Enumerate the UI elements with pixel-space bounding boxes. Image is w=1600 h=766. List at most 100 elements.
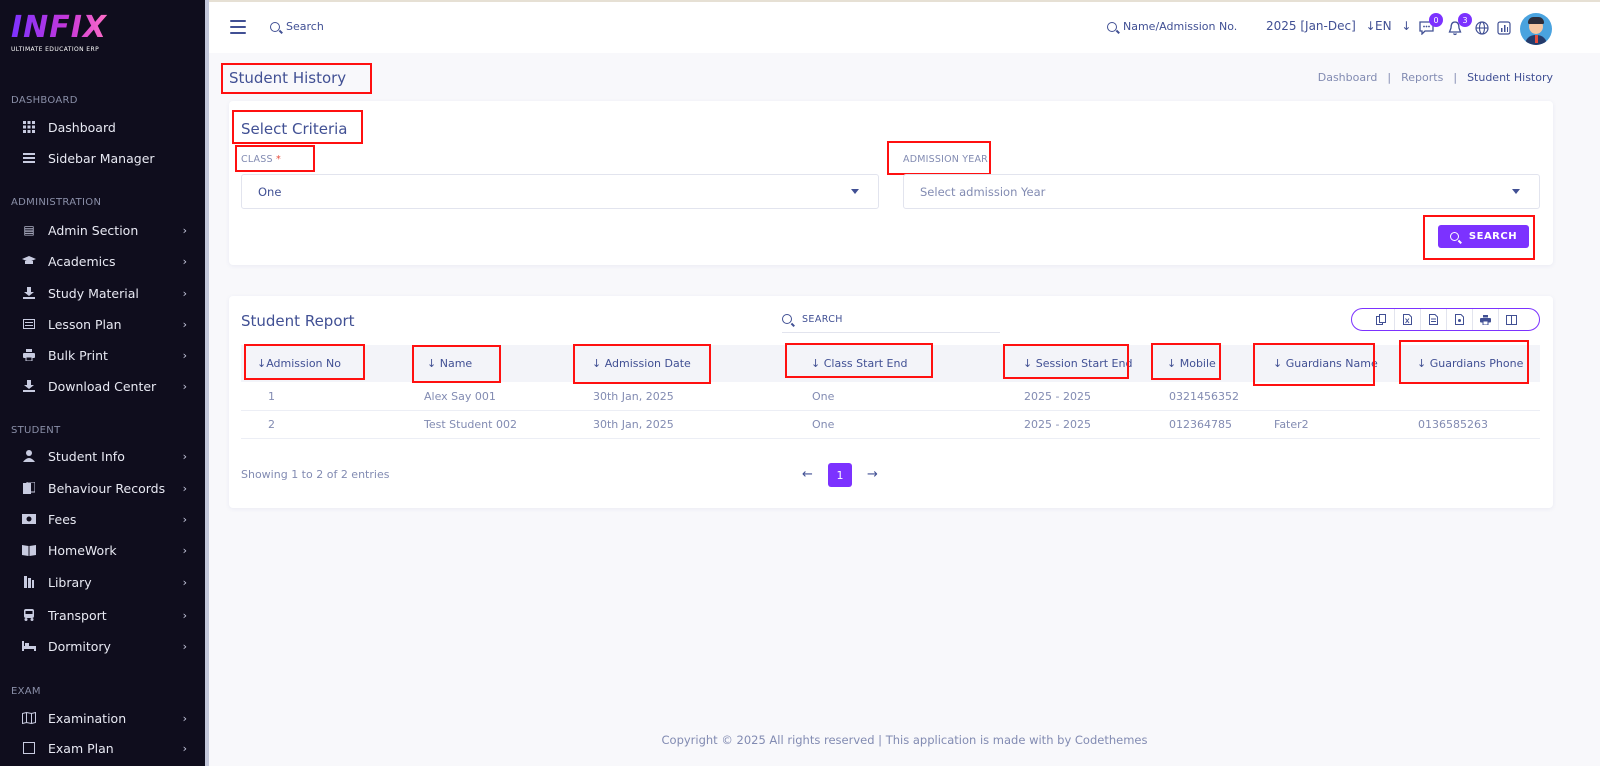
sidebar-item-academics[interactable]: Academics › — [0, 247, 205, 275]
pagination-info: Showing 1 to 2 of 2 entries — [241, 468, 390, 481]
class-label-text: CLASS — [241, 154, 273, 165]
required-marker: * — [275, 154, 281, 165]
academic-year-value: 2025 [Jan-Dec] — [1266, 19, 1356, 33]
report-icon[interactable] — [1495, 19, 1513, 37]
sidebar-item-admin-section[interactable]: ▤ Admin Section › — [0, 216, 205, 244]
chevron-right-icon: › — [182, 543, 187, 557]
sidebar-item-sidebar-manager[interactable]: Sidebar Manager — [0, 144, 205, 172]
arrow-right-icon[interactable]: → — [867, 467, 878, 482]
column-header-admission-date[interactable]: ↓ Admission Date — [592, 357, 691, 370]
sidebar-item-dormitory[interactable]: Dormitory › — [0, 632, 205, 660]
search-icon — [782, 314, 792, 324]
library-icon — [22, 575, 36, 589]
bell-icon[interactable]: 3 — [1446, 13, 1472, 37]
criteria-title: Select Criteria — [241, 120, 348, 138]
menu-search[interactable]: Search — [270, 20, 324, 33]
column-header-class-start-end[interactable]: ↓ Class Start End — [811, 357, 907, 370]
csv-icon[interactable] — [1420, 309, 1446, 330]
sidebar-item-label: Examination — [48, 710, 127, 726]
sidebar-item-fees[interactable]: Fees › — [0, 505, 205, 533]
sidebar-item-lesson-plan[interactable]: Lesson Plan › — [0, 310, 205, 338]
class-select[interactable]: One — [241, 174, 879, 209]
sidebar-item-library[interactable]: Library › — [0, 568, 205, 596]
search-icon — [270, 21, 280, 32]
sidebar-item-label: Dashboard — [48, 119, 116, 135]
caret-down-icon — [851, 189, 859, 194]
sort-arrow-icon: ↓ — [1273, 357, 1286, 370]
user-avatar[interactable] — [1520, 13, 1552, 45]
grid-icon — [22, 120, 36, 134]
arrow-down-icon: ↓ — [1401, 19, 1412, 33]
sidebar-item-label: Behaviour Records — [48, 480, 166, 496]
language-select[interactable]: EN ↓ — [1375, 19, 1411, 33]
sidebar-item-student-info[interactable]: Student Info › — [0, 442, 205, 470]
page-button-1[interactable]: 1 — [828, 463, 852, 487]
menu-toggle-icon[interactable] — [230, 20, 246, 34]
sidebar-item-label: Sidebar Manager — [48, 150, 155, 166]
column-header-name[interactable]: ↓ Name — [427, 357, 472, 370]
column-label: Mobile — [1179, 357, 1216, 370]
arrow-left-icon[interactable]: ← — [802, 467, 813, 482]
page-title: Student History — [229, 69, 347, 87]
copy-icon[interactable] — [1368, 309, 1394, 330]
sidebar-item-behaviour-records[interactable]: Behaviour Records › — [0, 474, 205, 502]
search-icon — [1449, 232, 1459, 241]
table-search-input[interactable]: SEARCH — [782, 306, 1000, 333]
sidebar-item-transport[interactable]: Transport › — [0, 601, 205, 629]
plan-icon — [22, 741, 36, 755]
chevron-right-icon: › — [182, 449, 187, 463]
academic-year-select[interactable]: 2025 [Jan-Dec] ↓ — [1266, 19, 1376, 33]
pdf-icon[interactable] — [1446, 309, 1472, 330]
breadcrumb: Dashboard | Reports | Student History — [1318, 71, 1553, 84]
sidebar-item-label: Dormitory — [48, 638, 111, 654]
cell-admission-date: 30th Jan, 2025 — [593, 418, 674, 431]
column-label: Guardians Phone — [1429, 357, 1524, 370]
chevron-right-icon: › — [182, 348, 187, 362]
sidebar-item-homework[interactable]: HomeWork › — [0, 536, 205, 564]
sidebar-item-label: Lesson Plan — [48, 316, 122, 332]
sidebar-item-bulk-print[interactable]: Bulk Print › — [0, 341, 205, 369]
breadcrumb-reports[interactable]: Reports — [1401, 71, 1443, 84]
chevron-right-icon: › — [182, 575, 187, 589]
column-header-guardians-phone[interactable]: ↓ Guardians Phone — [1417, 357, 1523, 370]
sidebar-item-label: Library — [48, 574, 92, 590]
printer-icon — [22, 348, 36, 362]
chevron-right-icon: › — [182, 481, 187, 495]
graduation-cap-icon — [22, 254, 36, 268]
notifications-badge: 3 — [1458, 13, 1472, 27]
columns-icon[interactable] — [1498, 309, 1524, 330]
column-label: Admission Date — [604, 357, 691, 370]
column-header-admission-no[interactable]: ↓Admission No — [257, 357, 341, 370]
admission-year-label: ADMISSION YEAR — [903, 154, 988, 165]
language-value: EN — [1375, 19, 1392, 33]
cell-mobile: 0321456352 — [1169, 390, 1239, 403]
sidebar-item-download-center[interactable]: Download Center › — [0, 372, 205, 400]
sidebar-item-exam-plan[interactable]: Exam Plan › — [0, 734, 205, 762]
column-header-session-start-end[interactable]: ↓ Session Start End — [1023, 357, 1132, 370]
search-button[interactable]: SEARCH — [1438, 225, 1529, 248]
bed-icon — [22, 639, 36, 653]
brand-logo[interactable]: INFIX ULTIMATE EDUCATION ERP — [11, 12, 107, 54]
sidebar-item-dashboard[interactable]: Dashboard — [0, 113, 205, 141]
sort-arrow-icon: ↓ — [1023, 357, 1036, 370]
sort-arrow-icon: ↓ — [1417, 357, 1430, 370]
column-label: Admission No — [266, 357, 341, 370]
messages-icon[interactable]: 0 — [1417, 13, 1443, 37]
admission-year-select[interactable]: Select admission Year — [903, 174, 1540, 209]
student-search[interactable]: Name/Admission No. — [1107, 20, 1237, 33]
sidebar-item-examination[interactable]: Examination › — [0, 704, 205, 732]
excel-icon[interactable] — [1394, 309, 1420, 330]
sidebar-section-administration: ADMINISTRATION — [11, 197, 102, 208]
globe-icon[interactable] — [1473, 19, 1491, 37]
column-label: Class Start End — [823, 357, 908, 370]
sidebar-scrollbar[interactable] — [205, 0, 209, 766]
sidebar-section-student: STUDENT — [11, 425, 61, 436]
column-header-guardians-name[interactable]: ↓ Guardians Name — [1273, 357, 1378, 370]
breadcrumb-dashboard[interactable]: Dashboard — [1318, 71, 1378, 84]
sort-arrow-icon: ↓ — [811, 357, 824, 370]
print-icon[interactable] — [1472, 309, 1498, 330]
sidebar-item-study-material[interactable]: Study Material › — [0, 279, 205, 307]
list-icon — [22, 151, 36, 165]
column-header-mobile[interactable]: ↓ Mobile — [1167, 357, 1216, 370]
sidebar-item-label: Download Center — [48, 378, 157, 394]
